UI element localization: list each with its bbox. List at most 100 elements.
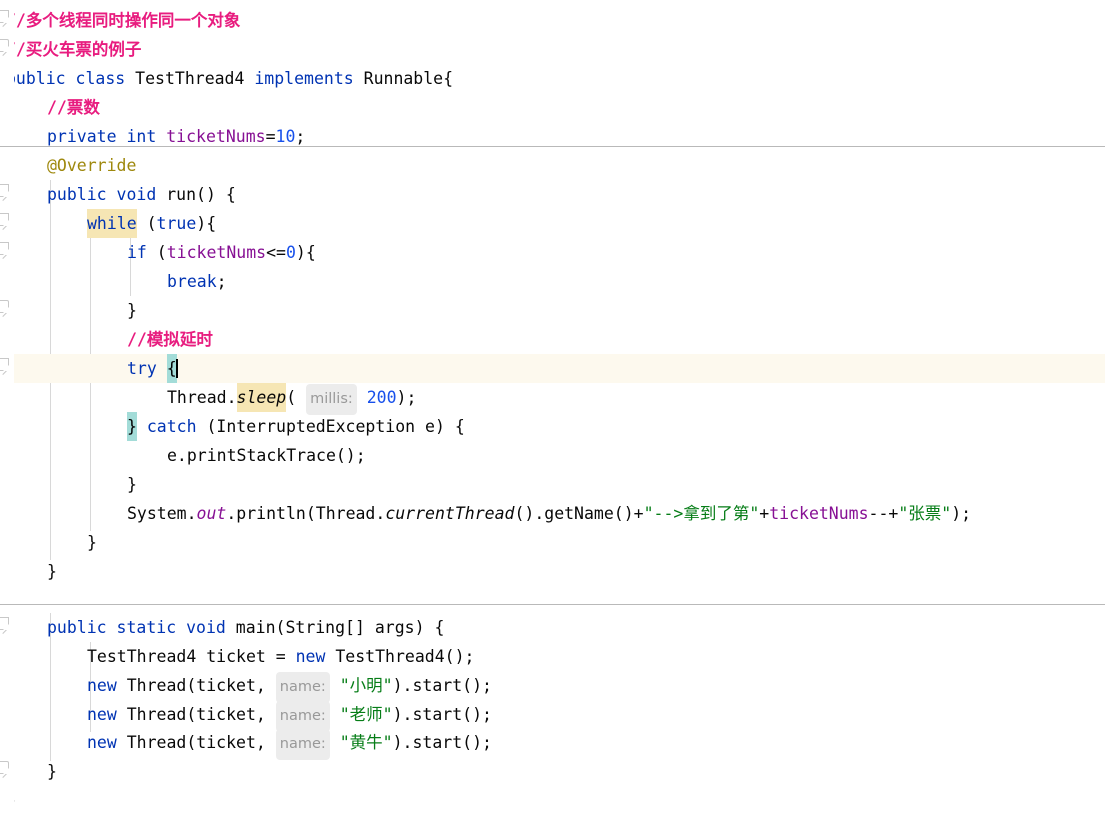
code-line[interactable]: TestThread4 ticket = new TestThread4();	[0, 642, 1105, 671]
code-token: e.printStackTrace();	[167, 446, 366, 465]
code-line[interactable]: e.printStackTrace();	[0, 441, 1105, 470]
code-line[interactable]: public class TestThread4 implements Runn…	[0, 64, 1105, 93]
comment-token: //多个线程同时操作同一个对象	[6, 11, 241, 30]
code-fold-icon[interactable]	[0, 242, 9, 255]
code-token: Thread(ticket,	[116, 733, 276, 752]
code-token: ().getName()+	[514, 504, 644, 523]
code-token: }	[127, 301, 137, 320]
code-line[interactable]: if (ticketNums<=0){	[0, 238, 1105, 267]
keyword-token: new	[87, 705, 117, 724]
code-token: ;	[216, 272, 227, 291]
parameter-hint-chip: name:	[275, 672, 330, 703]
keyword-token: void	[186, 618, 226, 637]
code-line[interactable]: Thread.sleep( millis: 200);	[0, 383, 1105, 415]
code-line[interactable]: }	[0, 528, 1105, 557]
usage-highlight-token: sleep	[236, 383, 287, 412]
code-line[interactable]: public void run() {	[0, 180, 1105, 209]
code-line[interactable]: break;	[0, 267, 1105, 296]
keyword-token: public	[6, 69, 66, 88]
code-editor[interactable]: //多个线程同时操作同一个对象 //买火车票的例子 public class Tes…	[0, 0, 1105, 810]
field-token: ticketNums	[769, 504, 869, 523]
string-token: "-->拿到了第"	[643, 504, 760, 523]
keyword-token: catch	[146, 417, 197, 436]
code-line[interactable]: } catch (InterruptedException e) {	[0, 412, 1105, 441]
code-token: }	[87, 533, 97, 552]
number-token: 200	[366, 388, 397, 407]
editor-gutter[interactable]	[0, 0, 14, 809]
code-fold-icon[interactable]	[0, 761, 9, 774]
code-token: currentThread	[385, 504, 515, 523]
code-token: Runnable{	[353, 69, 454, 88]
code-line[interactable]: //买火车票的例子	[0, 35, 1105, 64]
code-fold-icon[interactable]	[0, 300, 9, 313]
code-token: );	[951, 504, 972, 523]
keyword-token: implements	[254, 69, 354, 88]
code-token: (	[136, 214, 157, 233]
code-fold-icon[interactable]	[0, 184, 9, 197]
annotation-token: @Override	[47, 156, 137, 175]
code-token: ).start();	[392, 733, 492, 752]
code-line[interactable]: //模拟延时	[0, 325, 1105, 354]
code-line[interactable]: new Thread(ticket, name: "老师").start();	[0, 700, 1105, 732]
code-line[interactable]: while (true){	[0, 209, 1105, 238]
comment-token: //票数	[47, 98, 100, 117]
field-token: ticketNums	[166, 243, 267, 262]
keyword-token: new	[295, 647, 326, 666]
string-token: "老师"	[339, 705, 393, 724]
text-caret	[175, 359, 178, 378]
code-fold-icon[interactable]	[0, 617, 9, 630]
comment-token: //买火车票的例子	[6, 40, 142, 59]
number-token: 0	[285, 243, 296, 262]
code-token: ){	[196, 214, 217, 233]
code-token: ){	[295, 243, 316, 262]
code-line[interactable]: }	[0, 757, 1105, 786]
code-token: TestThread4 ticket =	[87, 647, 296, 666]
code-fold-icon[interactable]	[0, 213, 9, 226]
keyword-token: new	[87, 676, 117, 695]
keyword-token: true	[156, 214, 197, 233]
code-token: run() {	[156, 185, 236, 204]
code-line[interactable]: //多个线程同时操作同一个对象	[0, 6, 1105, 35]
field-token: out	[196, 504, 227, 523]
code-fold-icon[interactable]	[0, 358, 9, 371]
code-token: --+	[868, 504, 899, 523]
code-token: );	[396, 388, 417, 407]
code-line[interactable]	[0, 586, 1105, 615]
code-token: Thread(ticket,	[116, 705, 276, 724]
comment-token: //模拟延时	[127, 330, 213, 349]
string-token: "张票"	[898, 504, 952, 523]
code-text-area[interactable]: //多个线程同时操作同一个对象 //买火车票的例子 public class Tes…	[0, 0, 1105, 810]
code-line[interactable]: new Thread(ticket, name: "黄牛").start();	[0, 728, 1105, 760]
code-token: main(String[] args) {	[225, 618, 445, 637]
code-line[interactable]: public static void main(String[] args) {	[0, 613, 1105, 642]
code-line[interactable]: }	[0, 296, 1105, 325]
keyword-token: try	[127, 359, 157, 378]
code-token: TestThread4();	[325, 647, 475, 666]
code-token: Thread.	[167, 388, 237, 407]
code-fold-icon[interactable]	[0, 10, 9, 23]
keyword-token: static	[116, 618, 177, 637]
matched-brace-highlight: }	[127, 412, 137, 441]
code-line[interactable]: @Override	[0, 151, 1105, 180]
code-line-current[interactable]: try {	[0, 354, 1105, 383]
code-line[interactable]: }	[0, 786, 1105, 815]
code-line[interactable]: }	[0, 557, 1105, 586]
code-line[interactable]: //票数	[0, 93, 1105, 122]
code-token: Thread(ticket,	[116, 676, 276, 695]
code-line[interactable]: System.out.println(Thread.currentThread(…	[0, 499, 1105, 528]
code-line[interactable]: }	[0, 470, 1105, 499]
code-fold-icon[interactable]	[0, 39, 9, 52]
code-token: ).start();	[392, 705, 492, 724]
keyword-token: new	[87, 733, 117, 752]
code-line[interactable]: new Thread(ticket, name: "小明").start();	[0, 671, 1105, 703]
code-token: .println(Thread.	[226, 504, 386, 523]
keyword-token: class	[75, 69, 126, 88]
